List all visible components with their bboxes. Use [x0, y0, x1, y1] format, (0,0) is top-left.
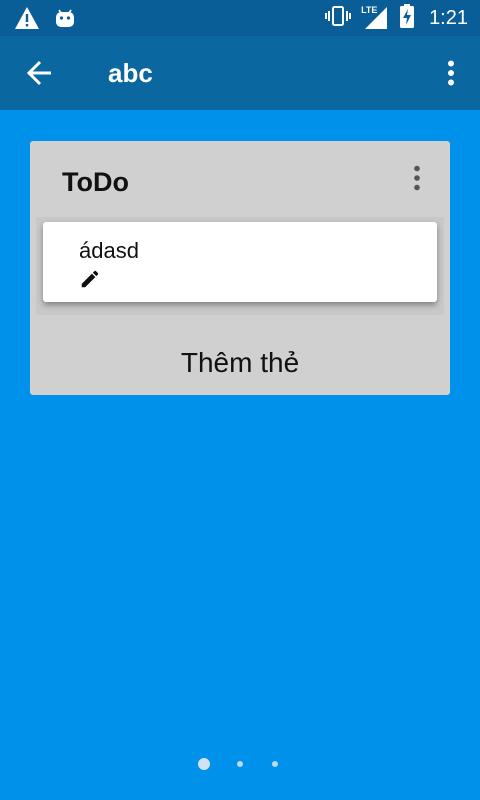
- list-card: ToDo ádasd Thêm thẻ: [30, 141, 450, 395]
- page-dot-1[interactable]: [198, 758, 210, 770]
- list-menu-button[interactable]: [406, 161, 428, 195]
- arrow-back-icon: [26, 60, 51, 86]
- warning-icon: [14, 6, 40, 35]
- android-icon: [54, 7, 76, 34]
- overflow-menu-button[interactable]: [440, 55, 462, 91]
- edit-pencil-icon[interactable]: [79, 268, 101, 290]
- signal-icon: LTE: [361, 5, 389, 31]
- page-indicator: [0, 756, 480, 772]
- status-left-icons: [14, 6, 76, 35]
- more-vert-icon: [448, 60, 454, 86]
- vibrate-icon: [325, 5, 352, 32]
- status-time: 1:21: [429, 6, 468, 29]
- page-dot-3[interactable]: [272, 761, 278, 767]
- task-card-title: ádasd: [79, 238, 139, 263]
- task-card[interactable]: ádasd: [43, 222, 437, 302]
- more-vert-icon: [414, 165, 420, 191]
- back-button[interactable]: [22, 55, 58, 91]
- app-bar: abc: [0, 36, 480, 110]
- network-type-label: LTE: [361, 5, 378, 15]
- battery-charging-icon: [399, 3, 415, 34]
- add-card-button[interactable]: Thêm thẻ: [30, 347, 450, 379]
- status-right-icons: LTE 1:21: [325, 3, 468, 34]
- list-title[interactable]: ToDo: [62, 167, 129, 198]
- status-bar: LTE 1:21: [0, 0, 480, 36]
- page-title: abc: [108, 58, 153, 88]
- page-dot-2[interactable]: [237, 761, 243, 767]
